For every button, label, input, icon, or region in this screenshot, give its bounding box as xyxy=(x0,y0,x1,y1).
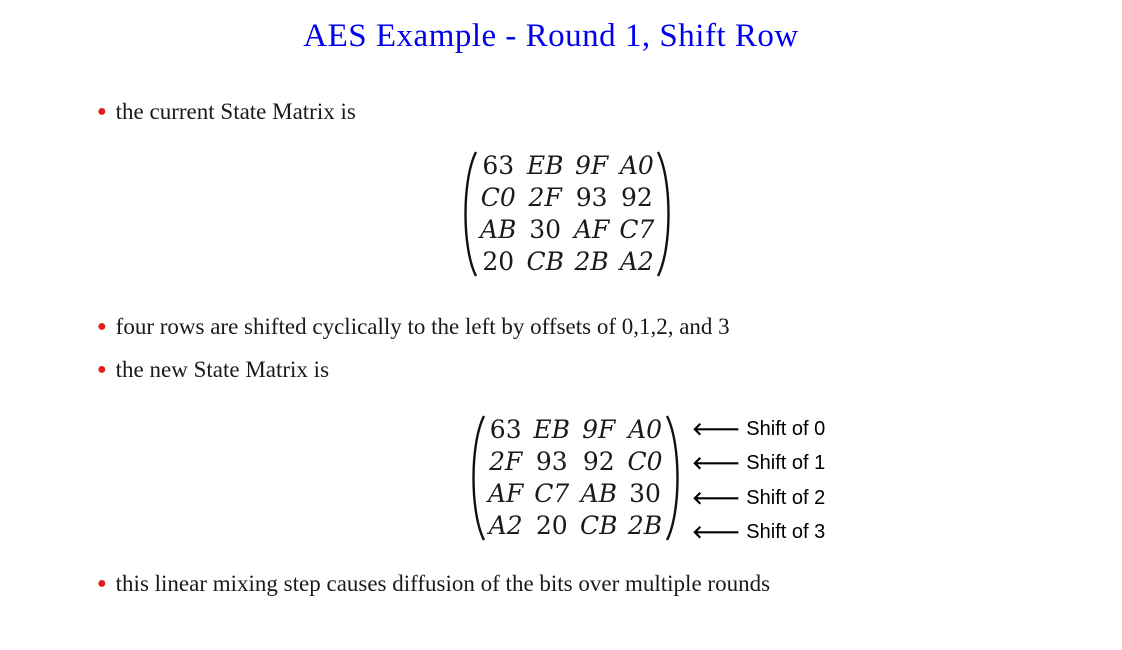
matrix-cell: 92 xyxy=(582,447,615,476)
matrix-cell: AF xyxy=(488,479,524,508)
bullet-item: ● four rows are shifted cyclically to the… xyxy=(97,314,730,340)
right-paren xyxy=(663,414,685,542)
matrix-cell: 63 xyxy=(489,415,522,444)
bullet-dot-icon: ● xyxy=(97,575,107,592)
bullet-dot-icon: ● xyxy=(97,361,107,378)
matrix-cell: A2 xyxy=(619,247,654,276)
bullet-text: four rows are shifted cyclically to the … xyxy=(115,314,730,339)
left-arrow-icon: 🡐 xyxy=(692,419,741,439)
matrix-cell: 9F xyxy=(582,415,616,444)
matrix-cell: 2F xyxy=(528,183,562,212)
matrix-grid: 63 EB 9F A0 C0 2F 93 92 AB 30 AF C7 20 CB 2B A2 xyxy=(480,150,654,278)
matrix-grid: 63 EB 9F A0 2F 93 92 C0 AF C7 AB 30 A2 20 CB 2B xyxy=(488,414,663,542)
matrix-cell: C0 xyxy=(627,447,663,476)
matrix-cell: A0 xyxy=(619,151,654,180)
matrix-cell: 30 xyxy=(529,215,562,244)
current-state-matrix: 63 EB 9F A0 C0 2F 93 92 AB 30 AF C7 20 CB 2B A2 xyxy=(458,150,676,278)
matrix-cell: AB xyxy=(480,215,517,244)
matrix-cell: 93 xyxy=(535,447,568,476)
matrix-cell: 20 xyxy=(535,511,568,540)
matrix-cell: 20 xyxy=(482,247,515,276)
bullet-dot-icon: ● xyxy=(97,318,107,335)
matrix-cell: CB xyxy=(526,247,564,276)
shift-label: 🡐 Shift of 3 xyxy=(692,521,826,543)
slide-title: AES Example - Round 1, Shift Row xyxy=(303,18,799,54)
bullet-dot-icon: ● xyxy=(97,103,107,120)
matrix-cell: 63 xyxy=(482,151,515,180)
left-arrow-icon: 🡐 xyxy=(692,522,741,542)
matrix-cell: 9F xyxy=(575,151,609,180)
bullet-text: the current State Matrix is xyxy=(115,99,356,124)
matrix-cell: EB xyxy=(533,415,571,444)
matrix-cell: C7 xyxy=(534,479,570,508)
shift-label: 🡐 Shift of 1 xyxy=(692,452,826,474)
bullet-text: the new State Matrix is xyxy=(115,357,330,382)
matrix-cell: CB xyxy=(580,511,618,540)
left-arrow-icon: 🡐 xyxy=(692,453,741,473)
left-arrow-icon: 🡐 xyxy=(692,488,741,508)
new-state-matrix: 63 EB 9F A0 2F 93 92 C0 AF C7 AB 30 A2 20 CB 2B xyxy=(466,414,685,542)
right-paren xyxy=(654,150,676,278)
left-paren xyxy=(466,414,488,542)
matrix-cell: AB xyxy=(580,479,617,508)
bullet-item: ● the current State Matrix is xyxy=(97,99,356,125)
matrix-cell: 2B xyxy=(627,511,663,540)
matrix-cell: 92 xyxy=(620,183,653,212)
matrix-cell: C0 xyxy=(480,183,516,212)
matrix-cell: 30 xyxy=(629,479,661,508)
matrix-cell: 2B xyxy=(574,247,609,276)
shift-label: 🡐 Shift of 0 xyxy=(692,418,826,440)
matrix-cell: EB xyxy=(526,151,564,180)
matrix-cell: 93 xyxy=(575,183,608,212)
left-paren xyxy=(458,150,480,278)
matrix-cell: A0 xyxy=(628,415,663,444)
matrix-cell: 2F xyxy=(489,447,523,476)
shift-label: 🡐 Shift of 2 xyxy=(692,487,826,509)
bullet-item: ● this linear mixing step causes diffusio… xyxy=(97,571,770,597)
matrix-cell: C7 xyxy=(619,215,655,244)
bullet-text: this linear mixing step causes diffusion… xyxy=(115,571,771,596)
bullet-item: ● the new State Matrix is xyxy=(97,357,329,383)
matrix-cell: A2 xyxy=(488,511,523,540)
matrix-cell: AF xyxy=(573,215,610,244)
